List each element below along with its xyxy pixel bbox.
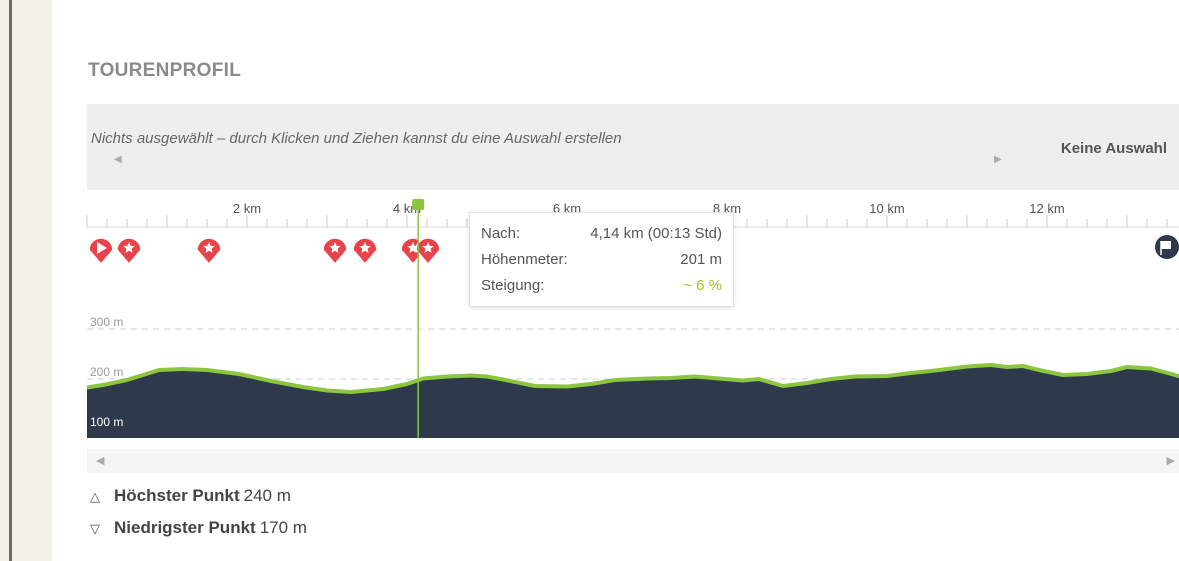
lowest-point-label: Niedrigster Punkt [114,518,256,537]
marker-pin [352,237,378,266]
tooltip-grade-row: Steigung: ~ 6 % [481,277,722,299]
cursor-handle [412,199,425,210]
x-tick-label: 10 km [869,201,904,216]
triangle-up-icon: △ [90,489,100,504]
finish-flag-icon [1155,235,1179,259]
lowest-point-stat: ▽ Niedrigster Punkt 170 m [90,518,307,538]
selection-status: Keine Auswahl [1060,140,1167,157]
marker-pin [116,237,142,266]
triangle-down-icon: ▽ [90,521,100,536]
tooltip-distance-row: Nach: 4,14 km (00:13 Std) [481,225,722,247]
scroll-right-arrow-icon[interactable]: ▶ [1167,454,1175,467]
tooltip-elevation-value: 201 m [680,251,722,268]
poi-star-icon [415,237,441,266]
selection-bar[interactable]: Nichts ausgewählt – durch Klicken und Zi… [87,104,1179,190]
tooltip-grade-label: Steigung: [481,277,545,294]
tooltip-distance-label: Nach: [481,225,521,242]
tooltip-distance-value: 4,14 km (00:13 Std) [590,225,722,242]
marker-pin [415,237,441,266]
section-title: TOURENPROFIL [88,60,242,81]
start-play-icon [88,237,114,266]
flag-glyph [1161,241,1171,249]
tooltip-elevation-row: Höhenmeter: 201 m [481,251,722,273]
chart-scrollbar[interactable]: ◀ ▶ [87,449,1179,473]
marker-pin [196,237,222,266]
position-tooltip: Nach: 4,14 km (00:13 Std) Höhenmeter: 20… [469,212,734,307]
y-tick-label: 200 m [90,365,123,379]
poi-star-icon [352,237,378,266]
x-tick-label: 2 km [233,201,261,216]
highest-point-stat: △ Höchster Punkt 240 m [90,486,291,506]
x-tick-label: 12 km [1029,201,1064,216]
tooltip-grade-value: ~ 6 % [683,277,722,294]
y-tick-label: 300 m [90,315,123,329]
marker-pin [322,237,348,266]
tooltip-elevation-label: Höhenmeter: [481,251,568,268]
selection-left-arrow-icon[interactable]: ◀ [114,154,122,165]
poi-star-icon [116,237,142,266]
selection-hint: Nichts ausgewählt – durch Klicken und Zi… [91,130,622,147]
lowest-point-value: 170 m [259,518,307,537]
highest-point-value: 240 m [243,486,291,505]
highest-point-label: Höchster Punkt [114,486,240,505]
y-tick-label: 100 m [90,415,123,429]
poi-star-icon [322,237,348,266]
poi-star-icon [196,237,222,266]
selection-right-arrow-icon[interactable]: ▶ [994,154,1002,165]
scroll-left-arrow-icon[interactable]: ◀ [96,454,104,467]
